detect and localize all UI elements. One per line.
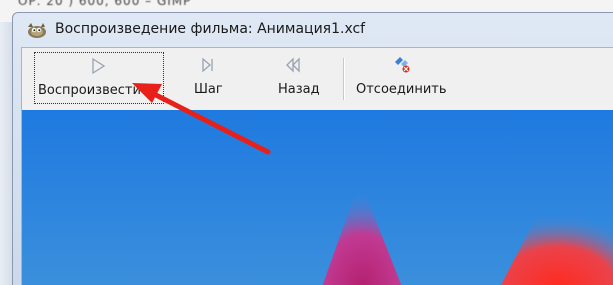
back-button-label: Назад: [278, 82, 320, 97]
step-button[interactable]: Шаг: [188, 52, 238, 104]
gimp-wilber-icon: [25, 21, 47, 39]
background-window-frame: [0, 22, 12, 285]
detach-button-label: Отсоединить: [356, 82, 447, 97]
movie-playback-dialog: Воспроизведение фильма: Анимация1.xcf Во…: [12, 12, 613, 285]
detach-button[interactable]: Отсоединить: [352, 52, 462, 104]
playback-toolbar: Воспроизвести Шаг Назад Отсоединить: [22, 48, 613, 106]
play-icon: [89, 57, 107, 75]
title-bar[interactable]: Воспроизведение фильма: Анимация1.xcf: [13, 13, 613, 45]
step-button-label: Шаг: [194, 82, 223, 97]
rewind-icon: [284, 56, 302, 74]
screenshot-stage: ОР. 20 ) 600, 600 – GIMP Воспроизведение…: [0, 0, 613, 285]
play-button[interactable]: Воспроизвести: [34, 52, 164, 104]
play-button-label: Воспроизвести: [38, 83, 141, 98]
background-window-title: ОР. 20 ) 600, 600 – GIMP: [18, 0, 192, 8]
detach-icon: [392, 54, 414, 74]
back-button[interactable]: Назад: [270, 52, 328, 104]
window-title: Воспроизведение фильма: Анимация1.xcf: [55, 21, 366, 37]
animation-preview: [22, 110, 613, 285]
step-forward-icon: [199, 56, 217, 74]
toolbar-separator: [343, 58, 345, 100]
dialog-client-area: Воспроизвести Шаг Назад Отсоединить: [21, 47, 613, 285]
